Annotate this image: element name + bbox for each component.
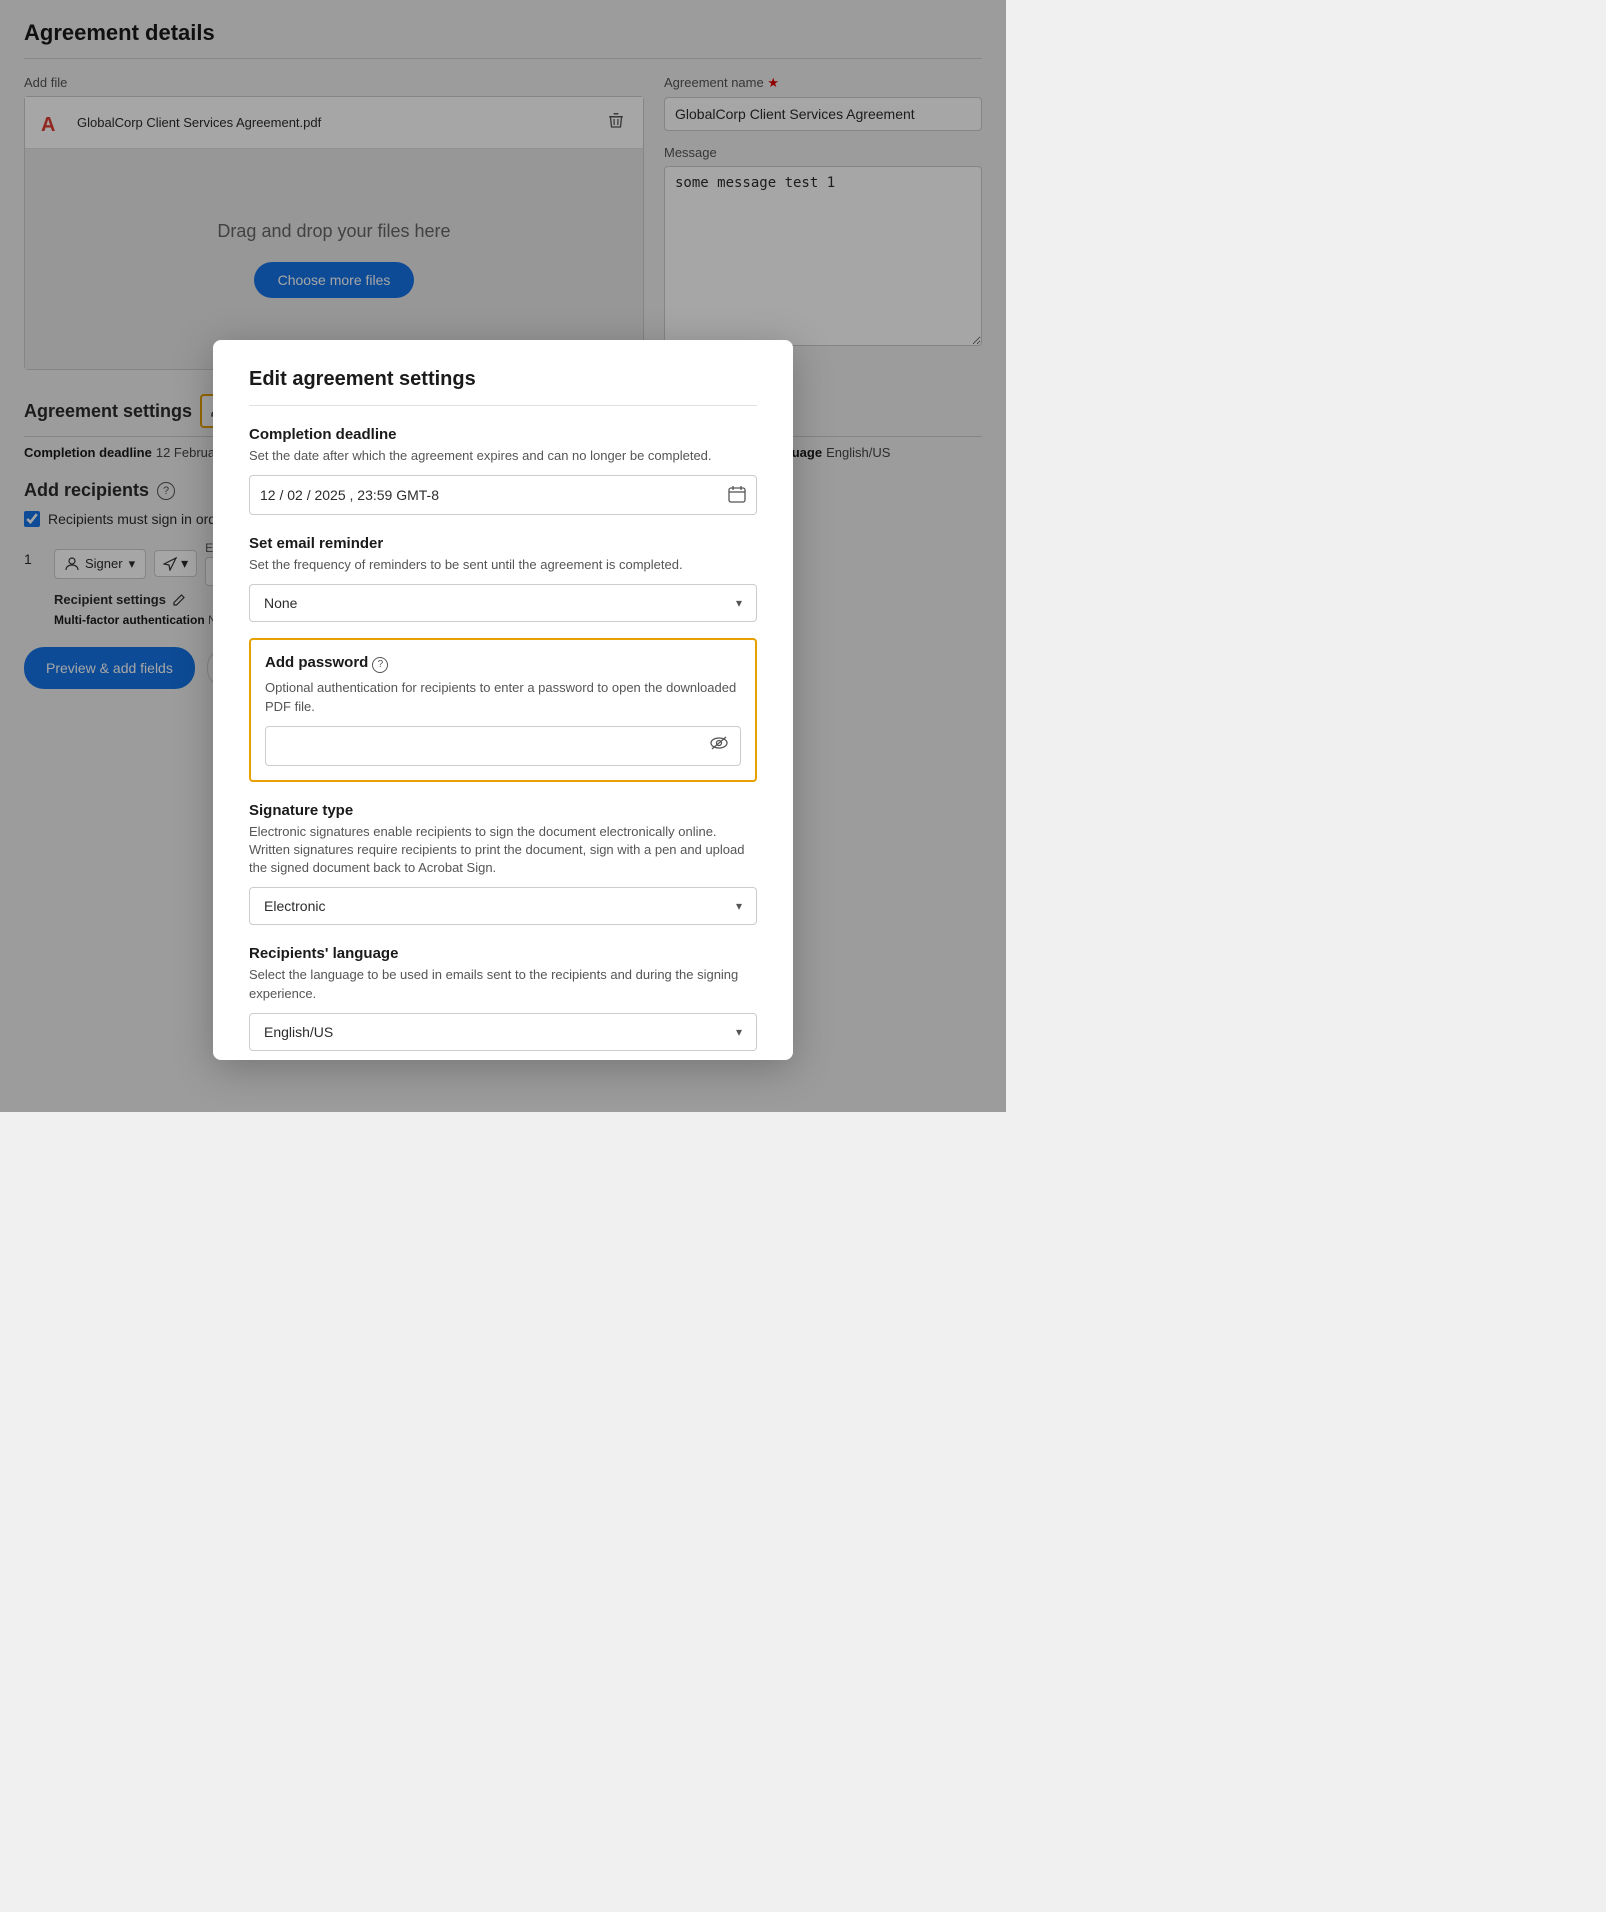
email-reminder-section: Set email reminder Set the frequency of …: [249, 535, 757, 622]
password-input[interactable]: [276, 738, 708, 754]
reminder-dropdown-value: None: [264, 595, 297, 611]
modal-title: Edit agreement settings: [249, 368, 757, 406]
completion-deadline-modal-desc: Set the date after which the agreement e…: [249, 447, 757, 465]
reminder-dropdown[interactable]: None ▾: [249, 584, 757, 622]
language-dropdown[interactable]: English/US ▾: [249, 1013, 757, 1051]
completion-deadline-section: Completion deadline Set the date after w…: [249, 426, 757, 515]
password-input-row: [265, 726, 741, 766]
password-header: Add password ?: [265, 654, 741, 675]
signature-type-dropdown-value: Electronic: [264, 898, 325, 914]
toggle-password-visibility-button[interactable]: [708, 734, 730, 757]
signature-type-modal-desc: Electronic signatures enable recipients …: [249, 823, 757, 878]
signature-type-section: Signature type Electronic signatures ena…: [249, 802, 757, 926]
recipients-language-title: Recipients' language: [249, 945, 757, 962]
language-dropdown-value: English/US: [264, 1024, 333, 1040]
deadline-value: 12 / 02 / 2025 , 23:59 GMT-8: [260, 487, 728, 503]
recipients-language-desc: Select the language to be used in emails…: [249, 966, 757, 1002]
signature-type-dropdown[interactable]: Electronic ▾: [249, 887, 757, 925]
deadline-input-row: 12 / 02 / 2025 , 23:59 GMT-8: [249, 475, 757, 515]
password-info-icon[interactable]: ?: [372, 657, 388, 673]
signature-type-modal-title: Signature type: [249, 802, 757, 819]
completion-deadline-modal-title: Completion deadline: [249, 426, 757, 443]
add-password-title: Add password: [265, 654, 368, 671]
signature-type-dropdown-arrow: ▾: [736, 899, 742, 913]
language-dropdown-arrow: ▾: [736, 1025, 742, 1039]
email-reminder-desc: Set the frequency of reminders to be sen…: [249, 556, 757, 574]
edit-agreement-settings-modal: Edit agreement settings Completion deadl…: [213, 340, 793, 1060]
add-password-desc: Optional authentication for recipients t…: [265, 679, 741, 715]
reminder-dropdown-arrow: ▾: [736, 596, 742, 610]
add-password-section: Add password ? Optional authentication f…: [249, 638, 757, 781]
modal-overlay: Edit agreement settings Completion deadl…: [0, 0, 1006, 1112]
calendar-icon-button[interactable]: [728, 485, 746, 506]
page-wrapper: Agreement details Add file A GlobalCorp …: [0, 0, 1006, 1112]
recipients-language-section: Recipients' language Select the language…: [249, 945, 757, 1050]
email-reminder-title: Set email reminder: [249, 535, 757, 552]
